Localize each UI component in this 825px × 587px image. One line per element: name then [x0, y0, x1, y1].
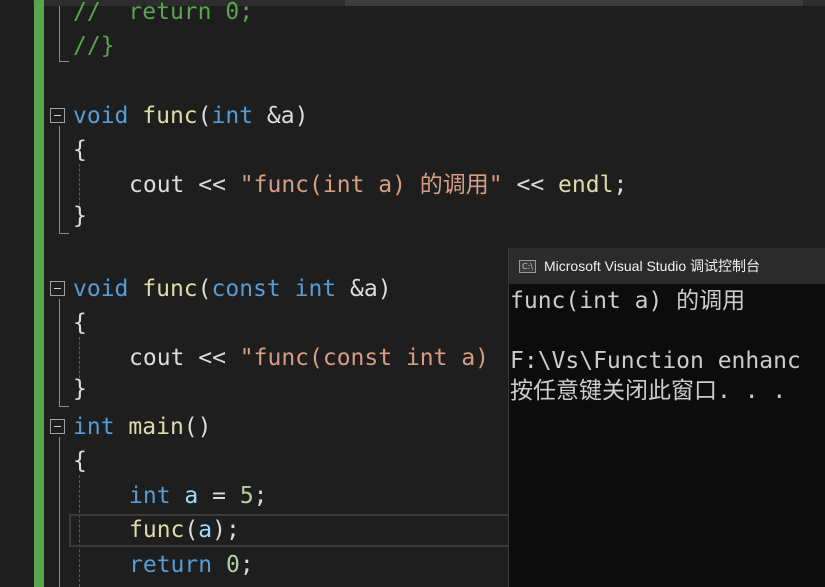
collapse-toggle-icon[interactable]	[50, 108, 65, 123]
console-output-line: 按任意键关闭此窗口. . .	[510, 378, 787, 404]
console-app-icon: C:\	[519, 260, 536, 273]
code-line[interactable]: cout << "func(const int a)	[129, 341, 489, 375]
code-line[interactable]: {	[73, 444, 87, 478]
block-guide	[59, 437, 60, 587]
debug-console-window[interactable]: C:\ Microsoft Visual Studio 调试控制台 func(i…	[508, 248, 825, 587]
code-line[interactable]: // return 0;	[73, 0, 253, 29]
block-guide-end	[59, 233, 69, 234]
block-guide	[59, 6, 60, 62]
code-line[interactable]: return 0;	[129, 548, 254, 582]
console-title: Microsoft Visual Studio 调试控制台	[544, 258, 761, 274]
console-output-line: func(int a) 的调用	[510, 288, 746, 314]
block-guide	[59, 126, 60, 233]
code-line[interactable]: {	[73, 133, 87, 167]
code-line[interactable]: }	[73, 372, 87, 406]
editor-tab[interactable]	[345, 0, 803, 6]
code-line[interactable]: void func(int &a)	[73, 99, 308, 133]
code-line[interactable]: int main()	[73, 410, 212, 444]
code-line[interactable]: //}	[73, 29, 115, 63]
code-line[interactable]: }	[73, 199, 87, 233]
line-gutter	[0, 0, 33, 587]
block-guide-end	[59, 61, 69, 62]
code-line[interactable]: func(a);	[129, 513, 240, 547]
console-output-line: F:\Vs\Function enhanc	[510, 348, 801, 374]
collapse-toggle-icon[interactable]	[50, 281, 65, 296]
code-line[interactable]: {	[73, 306, 87, 340]
console-output: func(int a) 的调用 F:\Vs\Function enhanc 按任…	[510, 286, 825, 406]
code-line[interactable]: cout << "func(int a) 的调用" << endl;	[129, 168, 627, 202]
code-line[interactable]: int a = 5;	[129, 479, 268, 513]
console-title-bar[interactable]: C:\ Microsoft Visual Studio 调试控制台	[509, 248, 825, 284]
change-indicator-bar	[34, 0, 44, 587]
block-guide-end	[59, 406, 69, 407]
collapse-toggle-icon[interactable]	[50, 419, 65, 434]
block-guide	[59, 299, 60, 406]
code-line[interactable]: void func(const int &a)	[73, 272, 392, 306]
